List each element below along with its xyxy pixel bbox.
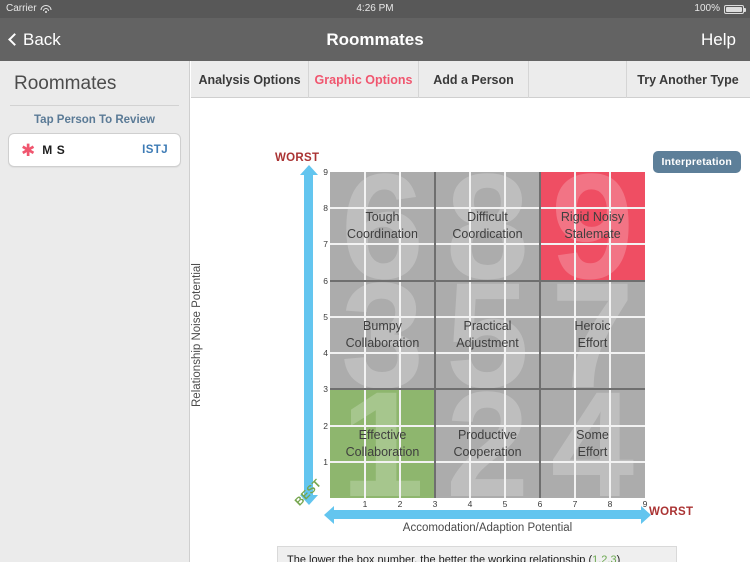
x-axis-tick-label: 6 bbox=[537, 499, 543, 509]
status-bar: Carrier 4:26 PM 100% bbox=[0, 0, 750, 18]
heatmap-plot: 6 8 9 3 5 7 1 2 4 Tough Coordination Difficult Coord… bbox=[330, 152, 645, 518]
status-bar-right: 100% bbox=[694, 0, 746, 18]
x-axis-tick-label: 7 bbox=[572, 499, 578, 509]
grid-line-horizontal bbox=[330, 352, 645, 355]
x-axis-tick-label: 8 bbox=[607, 499, 613, 509]
grid-line-major-vertical bbox=[434, 172, 436, 498]
grid-line-vertical bbox=[364, 172, 366, 498]
page-title: Roommates bbox=[326, 30, 424, 49]
grid-line-major-vertical bbox=[539, 172, 541, 498]
legend-box: The lower the box number, the better the… bbox=[277, 546, 677, 562]
heatmap-block bbox=[330, 389, 435, 498]
heatmap-block bbox=[540, 280, 645, 390]
sidebar-title: Roommates bbox=[14, 73, 117, 94]
heatmap-block bbox=[435, 389, 540, 498]
asterisk-icon: ✱ bbox=[21, 140, 36, 160]
status-bar-time: 4:26 PM bbox=[356, 3, 394, 14]
help-button[interactable]: Help bbox=[701, 18, 736, 61]
grid-line-vertical bbox=[504, 172, 506, 498]
grid-line-horizontal bbox=[330, 315, 645, 318]
x-axis-title: Accomodation/Adaption Potential bbox=[402, 522, 573, 534]
tab-analysis-options[interactable]: Analysis Options bbox=[191, 61, 309, 98]
x-axis-tick-label: 2 bbox=[397, 499, 403, 509]
y-axis-arrow-icon bbox=[299, 165, 318, 505]
heatmap-block bbox=[540, 172, 645, 281]
y-axis-ticks: 1 2 3 4 5 6 7 8 9 bbox=[315, 167, 328, 498]
x-axis-tick-label: 4 bbox=[467, 499, 473, 509]
main-panel: Analysis Options Graphic Options Add a P… bbox=[191, 61, 750, 562]
y-axis-tick-label: 7 bbox=[323, 239, 328, 250]
y-axis-tick-label: 8 bbox=[323, 203, 328, 214]
chart-area: Interpretation WORST Relationship Noise … bbox=[191, 98, 750, 562]
y-axis-tick-label: 2 bbox=[323, 420, 328, 431]
heatmap-block bbox=[540, 389, 645, 498]
heatmap-block bbox=[435, 280, 540, 390]
tab-empty[interactable] bbox=[529, 61, 627, 98]
heatmap-block bbox=[435, 172, 540, 281]
x-axis-end-label-worst: WORST bbox=[649, 506, 694, 518]
legend-line-1-end: ) bbox=[616, 554, 621, 562]
grid-line-horizontal bbox=[330, 207, 645, 210]
y-axis-tick-label: 6 bbox=[323, 275, 328, 286]
x-axis-tick-label: 3 bbox=[432, 499, 438, 509]
tab-add-a-person[interactable]: Add a Person bbox=[419, 61, 529, 98]
legend-line-1: The lower the box number, the better the… bbox=[287, 552, 667, 562]
y-axis-tick-label: 3 bbox=[323, 384, 328, 395]
y-axis-tick-label: 9 bbox=[323, 167, 328, 177]
y-axis-end-label-worst: WORST bbox=[275, 152, 320, 164]
grid-line-vertical bbox=[574, 172, 576, 498]
heatmap-block bbox=[330, 280, 435, 390]
grid-line-major-horizontal bbox=[330, 279, 645, 282]
heatmap-block bbox=[330, 172, 435, 281]
battery-percent-label: 100% bbox=[694, 3, 720, 14]
nav-bar: Back Roommates Help bbox=[0, 18, 750, 61]
x-axis-tick-label: 5 bbox=[502, 499, 508, 509]
grid-line-horizontal bbox=[330, 424, 645, 427]
grid-line-vertical bbox=[469, 172, 471, 498]
y-axis-title: Relationship Noise Potential bbox=[191, 263, 203, 407]
x-axis-arrow-icon bbox=[324, 505, 651, 524]
y-axis-tick-label: 4 bbox=[323, 348, 328, 359]
tab-try-another-type[interactable]: Try Another Type bbox=[627, 61, 749, 98]
battery-icon bbox=[724, 4, 746, 14]
list-item[interactable]: ✱ M S ISTJ bbox=[8, 133, 181, 167]
sidebar: Roommates Tap Person To Review ✱ M S IST… bbox=[0, 61, 190, 562]
app-root: Carrier 4:26 PM 100% Back Roommates Help… bbox=[0, 0, 750, 562]
grid-line-major-horizontal bbox=[330, 388, 645, 391]
y-axis-tick-label: 5 bbox=[323, 311, 328, 322]
person-type-badge: ISTJ bbox=[142, 144, 168, 156]
person-initials: M S bbox=[42, 143, 66, 157]
x-axis-tick-label: 1 bbox=[362, 499, 368, 509]
legend-line-1-text: The lower the box number, the better the… bbox=[287, 554, 593, 562]
tab-bar: Analysis Options Graphic Options Add a P… bbox=[191, 61, 750, 98]
legend-line-1-values: 1,2,3 bbox=[592, 554, 617, 562]
interpretation-button[interactable]: Interpretation bbox=[652, 151, 741, 173]
grid-line-horizontal bbox=[330, 460, 645, 463]
sidebar-subtitle: Tap Person To Review bbox=[34, 114, 155, 126]
grid-line-horizontal bbox=[330, 243, 645, 246]
grid-line-vertical bbox=[609, 172, 611, 498]
tab-graphic-options[interactable]: Graphic Options bbox=[309, 61, 419, 98]
y-axis-tick-label: 1 bbox=[323, 456, 328, 467]
grid-line-vertical bbox=[399, 172, 401, 498]
